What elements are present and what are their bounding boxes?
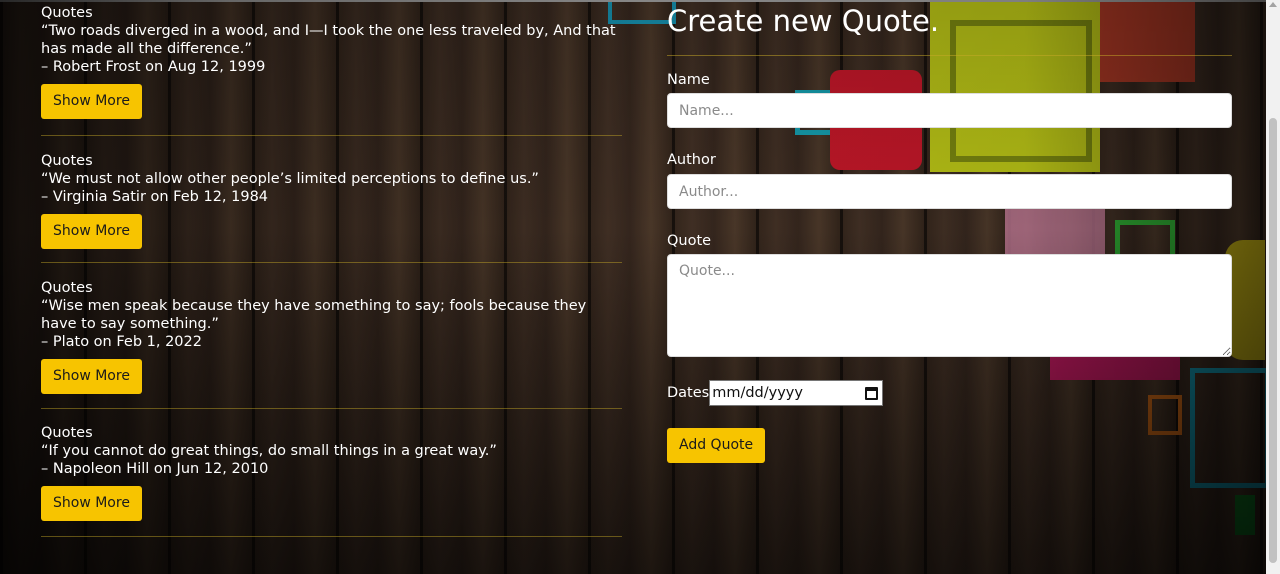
quote-text: “Wise men speak because they have someth… xyxy=(41,298,587,332)
scrollbar-thumb[interactable] xyxy=(1269,118,1277,563)
show-more-button[interactable]: Show More xyxy=(41,214,142,249)
quote-text: “We must not allow other people’s limite… xyxy=(41,171,539,187)
show-more-button[interactable]: Show More xyxy=(41,84,142,119)
quote-category: Quotes xyxy=(41,153,93,169)
quote-category: Quotes xyxy=(41,5,93,21)
quote-text: “If you cannot do great things, do small… xyxy=(41,443,497,459)
date-input[interactable]: mm/dd/yyyy xyxy=(709,380,884,406)
quote-category: Quotes xyxy=(41,425,93,441)
quote-category: Quotes xyxy=(41,280,93,296)
author-input[interactable] xyxy=(667,174,1232,209)
date-value: mm/dd/yyyy xyxy=(712,385,803,401)
add-quote-button[interactable]: Add Quote xyxy=(667,428,766,463)
quote-list: Quotes “Two roads diverged in a wood, an… xyxy=(41,0,622,537)
form-title: Create new Quote. xyxy=(667,4,940,38)
quote-card: Quotes “Wise men speak because they have… xyxy=(41,263,622,409)
quote-author-date: – Plato on Feb 1, 2022 xyxy=(41,334,202,350)
calendar-icon[interactable] xyxy=(865,386,879,400)
quote-card: Quotes “If you cannot do great things, d… xyxy=(41,409,622,537)
decorative-art xyxy=(1190,368,1270,488)
quote-author-date: – Virginia Satir on Feb 12, 1984 xyxy=(41,189,269,205)
scrollbar[interactable] xyxy=(1266,0,1280,574)
decorative-art xyxy=(930,2,1100,172)
decorative-art xyxy=(1235,495,1255,535)
dates-label: Dates xyxy=(667,385,710,401)
quote-card: Quotes “We must not allow other people’s… xyxy=(41,136,622,263)
divider xyxy=(667,55,1232,56)
scroll-up-arrow-icon[interactable] xyxy=(1269,2,1277,7)
quote-author-date: – Napoleon Hill on Jun 12, 2010 xyxy=(41,461,269,477)
quote-textarea[interactable] xyxy=(667,254,1232,357)
quote-text: “Two roads diverged in a wood, and I—I t… xyxy=(41,23,616,57)
name-input[interactable] xyxy=(667,93,1232,128)
decorative-art xyxy=(950,20,1092,162)
quote-card: Quotes “Two roads diverged in a wood, an… xyxy=(41,0,622,136)
show-more-button[interactable]: Show More xyxy=(41,359,142,394)
decorative-art xyxy=(1148,395,1182,435)
author-label: Author xyxy=(667,152,716,168)
decorative-art xyxy=(1100,2,1195,82)
show-more-button[interactable]: Show More xyxy=(41,486,142,521)
quote-author-date: – Robert Frost on Aug 12, 1999 xyxy=(41,59,266,75)
name-label: Name xyxy=(667,72,710,88)
dates-row: Dates mm/dd/yyyy xyxy=(667,380,884,406)
quote-label: Quote xyxy=(667,233,712,249)
